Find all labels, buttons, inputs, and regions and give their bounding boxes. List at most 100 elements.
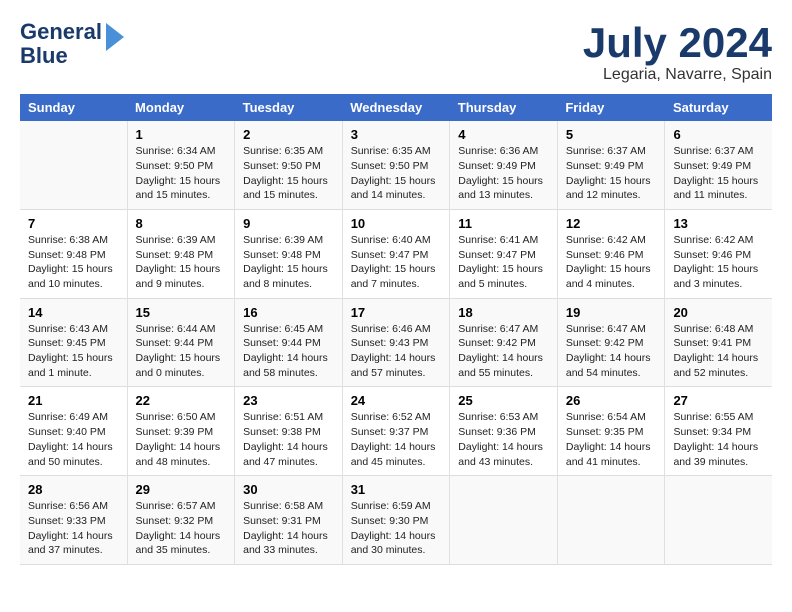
logo-arrow-icon	[106, 23, 124, 56]
cell-content: Sunrise: 6:55 AMSunset: 9:34 PMDaylight:…	[673, 410, 764, 469]
calendar-cell: 31Sunrise: 6:59 AMSunset: 9:30 PMDayligh…	[342, 476, 450, 565]
cell-content: Sunrise: 6:41 AMSunset: 9:47 PMDaylight:…	[458, 233, 549, 292]
day-number: 1	[136, 127, 227, 142]
cell-content: Sunrise: 6:49 AMSunset: 9:40 PMDaylight:…	[28, 410, 119, 469]
day-number: 7	[28, 216, 119, 231]
header-day-wednesday: Wednesday	[342, 94, 450, 121]
cell-content: Sunrise: 6:54 AMSunset: 9:35 PMDaylight:…	[566, 410, 657, 469]
day-number: 19	[566, 305, 657, 320]
cell-content: Sunrise: 6:50 AMSunset: 9:39 PMDaylight:…	[136, 410, 227, 469]
day-number: 16	[243, 305, 334, 320]
cell-content: Sunrise: 6:37 AMSunset: 9:49 PMDaylight:…	[566, 144, 657, 203]
calendar-cell: 15 Sunrise: 6:44 AMSunset: 9:44 PMDayligh…	[127, 298, 235, 387]
day-number: 9	[243, 216, 334, 231]
day-number: 6	[673, 127, 764, 142]
cell-content: Sunrise: 6:35 AMSunset: 9:50 PMDaylight:…	[243, 144, 334, 203]
calendar-cell: 22 Sunrise: 6:50 AMSunset: 9:39 PMDayligh…	[127, 387, 235, 476]
calendar-table: SundayMondayTuesdayWednesdayThursdayFrid…	[20, 94, 772, 565]
calendar-header-row: SundayMondayTuesdayWednesdayThursdayFrid…	[20, 94, 772, 121]
cell-content: Sunrise: 6:47 AMSunset: 9:42 PMDaylight:…	[566, 322, 657, 381]
week-row-4: 21 Sunrise: 6:49 AMSunset: 9:40 PMDayligh…	[20, 387, 772, 476]
header-day-sunday: Sunday	[20, 94, 127, 121]
logo: General Blue	[20, 20, 124, 68]
cell-content: Sunrise: 6:46 AMSunset: 9:43 PMDaylight:…	[351, 322, 442, 381]
calendar-cell: 4 Sunrise: 6:36 AMSunset: 9:49 PMDaylight…	[450, 121, 558, 209]
cell-content: Sunrise: 6:59 AMSunset: 9:30 PMDaylight:…	[351, 499, 442, 558]
calendar-cell: 14 Sunrise: 6:43 AMSunset: 9:45 PMDayligh…	[20, 298, 127, 387]
logo-line1: General	[20, 19, 102, 44]
cell-content: Sunrise: 6:39 AMSunset: 9:48 PMDaylight:…	[136, 233, 227, 292]
day-number: 13	[673, 216, 764, 231]
calendar-cell: 10Sunrise: 6:40 AMSunset: 9:47 PMDayligh…	[342, 209, 450, 298]
calendar-cell	[450, 476, 558, 565]
day-number: 2	[243, 127, 334, 142]
day-number: 15	[136, 305, 227, 320]
day-number: 23	[243, 393, 334, 408]
cell-content: Sunrise: 6:57 AMSunset: 9:32 PMDaylight:…	[136, 499, 227, 558]
cell-content: Sunrise: 6:39 AMSunset: 9:48 PMDaylight:…	[243, 233, 334, 292]
day-number: 28	[28, 482, 119, 497]
calendar-cell: 26 Sunrise: 6:54 AMSunset: 9:35 PMDayligh…	[557, 387, 665, 476]
cell-content: Sunrise: 6:42 AMSunset: 9:46 PMDaylight:…	[566, 233, 657, 292]
calendar-cell: 7 Sunrise: 6:38 AMSunset: 9:48 PMDaylight…	[20, 209, 127, 298]
calendar-cell: 13 Sunrise: 6:42 AMSunset: 9:46 PMDayligh…	[665, 209, 772, 298]
day-number: 10	[351, 216, 442, 231]
main-title: July 2024	[583, 20, 772, 66]
calendar-cell: 9 Sunrise: 6:39 AMSunset: 9:48 PMDaylight…	[235, 209, 343, 298]
cell-content: Sunrise: 6:48 AMSunset: 9:41 PMDaylight:…	[673, 322, 764, 381]
cell-content: Sunrise: 6:36 AMSunset: 9:49 PMDaylight:…	[458, 144, 549, 203]
week-row-2: 7 Sunrise: 6:38 AMSunset: 9:48 PMDaylight…	[20, 209, 772, 298]
day-number: 25	[458, 393, 549, 408]
calendar-cell: 6 Sunrise: 6:37 AMSunset: 9:49 PMDaylight…	[665, 121, 772, 209]
calendar-cell: 2 Sunrise: 6:35 AMSunset: 9:50 PMDaylight…	[235, 121, 343, 209]
day-number: 26	[566, 393, 657, 408]
cell-content: Sunrise: 6:47 AMSunset: 9:42 PMDaylight:…	[458, 322, 549, 381]
logo-text: General Blue	[20, 20, 124, 68]
calendar-cell: 19 Sunrise: 6:47 AMSunset: 9:42 PMDayligh…	[557, 298, 665, 387]
cell-content: Sunrise: 6:34 AMSunset: 9:50 PMDaylight:…	[136, 144, 227, 203]
week-row-3: 14 Sunrise: 6:43 AMSunset: 9:45 PMDayligh…	[20, 298, 772, 387]
page-header: General Blue July 2024 Legaria, Navarre,…	[20, 20, 772, 84]
cell-content: Sunrise: 6:44 AMSunset: 9:44 PMDaylight:…	[136, 322, 227, 381]
header-day-friday: Friday	[557, 94, 665, 121]
day-number: 27	[673, 393, 764, 408]
day-number: 18	[458, 305, 549, 320]
calendar-cell: 16 Sunrise: 6:45 AMSunset: 9:44 PMDayligh…	[235, 298, 343, 387]
week-row-1: 1 Sunrise: 6:34 AMSunset: 9:50 PMDaylight…	[20, 121, 772, 209]
day-number: 14	[28, 305, 119, 320]
cell-content: Sunrise: 6:52 AMSunset: 9:37 PMDaylight:…	[351, 410, 442, 469]
calendar-cell: 3Sunrise: 6:35 AMSunset: 9:50 PMDaylight…	[342, 121, 450, 209]
calendar-cell: 23Sunrise: 6:51 AMSunset: 9:38 PMDayligh…	[235, 387, 343, 476]
day-number: 4	[458, 127, 549, 142]
calendar-cell: 30Sunrise: 6:58 AMSunset: 9:31 PMDayligh…	[235, 476, 343, 565]
cell-content: Sunrise: 6:42 AMSunset: 9:46 PMDaylight:…	[673, 233, 764, 292]
header-day-saturday: Saturday	[665, 94, 772, 121]
calendar-cell: 8Sunrise: 6:39 AMSunset: 9:48 PMDaylight…	[127, 209, 235, 298]
calendar-cell	[665, 476, 772, 565]
day-number: 22	[136, 393, 227, 408]
calendar-cell: 29 Sunrise: 6:57 AMSunset: 9:32 PMDayligh…	[127, 476, 235, 565]
title-area: July 2024 Legaria, Navarre, Spain	[583, 20, 772, 84]
calendar-cell: 17 Sunrise: 6:46 AMSunset: 9:43 PMDayligh…	[342, 298, 450, 387]
calendar-cell	[20, 121, 127, 209]
header-day-monday: Monday	[127, 94, 235, 121]
calendar-cell: 24Sunrise: 6:52 AMSunset: 9:37 PMDayligh…	[342, 387, 450, 476]
calendar-cell	[557, 476, 665, 565]
day-number: 11	[458, 216, 549, 231]
cell-content: Sunrise: 6:35 AMSunset: 9:50 PMDaylight:…	[351, 144, 442, 203]
cell-content: Sunrise: 6:43 AMSunset: 9:45 PMDaylight:…	[28, 322, 119, 381]
calendar-cell: 25 Sunrise: 6:53 AMSunset: 9:36 PMDayligh…	[450, 387, 558, 476]
day-number: 29	[136, 482, 227, 497]
calendar-cell: 1 Sunrise: 6:34 AMSunset: 9:50 PMDaylight…	[127, 121, 235, 209]
calendar-cell: 5Sunrise: 6:37 AMSunset: 9:49 PMDaylight…	[557, 121, 665, 209]
cell-content: Sunrise: 6:53 AMSunset: 9:36 PMDaylight:…	[458, 410, 549, 469]
day-number: 17	[351, 305, 442, 320]
calendar-cell: 20Sunrise: 6:48 AMSunset: 9:41 PMDayligh…	[665, 298, 772, 387]
calendar-cell: 11 Sunrise: 6:41 AMSunset: 9:47 PMDayligh…	[450, 209, 558, 298]
cell-content: Sunrise: 6:45 AMSunset: 9:44 PMDaylight:…	[243, 322, 334, 381]
cell-content: Sunrise: 6:38 AMSunset: 9:48 PMDaylight:…	[28, 233, 119, 292]
cell-content: Sunrise: 6:37 AMSunset: 9:49 PMDaylight:…	[673, 144, 764, 203]
day-number: 30	[243, 482, 334, 497]
header-day-thursday: Thursday	[450, 94, 558, 121]
day-number: 21	[28, 393, 119, 408]
